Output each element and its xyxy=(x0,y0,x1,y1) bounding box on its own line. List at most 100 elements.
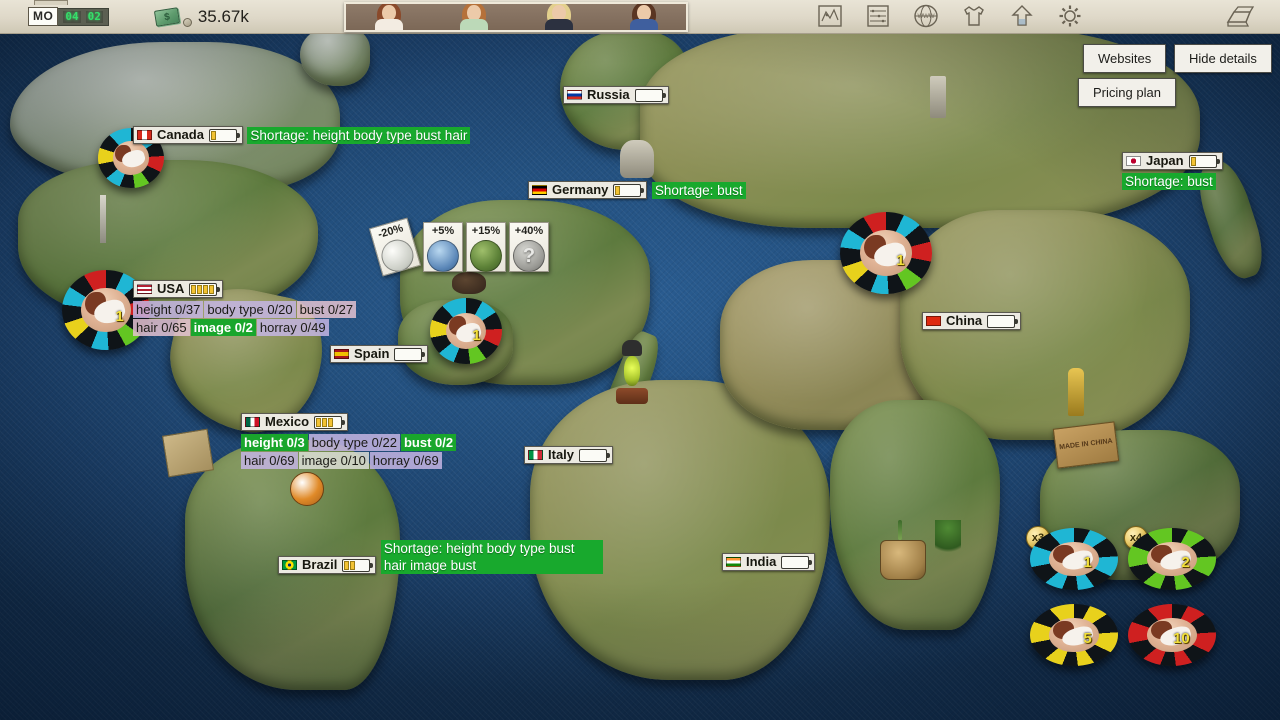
bonus-card[interactable]: -20% xyxy=(369,217,421,276)
token-1[interactable]: 1 xyxy=(1030,528,1118,590)
bonus-percent: +40% xyxy=(510,225,548,237)
token-portrait: 10 xyxy=(1147,618,1196,653)
country-header[interactable]: China xyxy=(922,312,1021,330)
avatar[interactable] xyxy=(457,2,491,30)
token-5-wrap[interactable]: 5 xyxy=(1030,604,1118,666)
country-name: Italy xyxy=(548,448,574,462)
office-level: 1 xyxy=(115,308,123,325)
office-portrait xyxy=(113,141,150,175)
country-label-china[interactable]: China xyxy=(922,312,1021,331)
country-label-japan[interactable]: Japan Shortage: bust xyxy=(1122,152,1280,191)
capacity-battery xyxy=(1189,155,1217,168)
model-roster-strip[interactable] xyxy=(344,2,688,32)
country-header[interactable]: Mexico xyxy=(241,413,348,431)
country-stats: height 0/37 body type 0/20 bust 0/27 hai… xyxy=(133,301,365,336)
calendar-hanger xyxy=(34,0,68,5)
stat-height: height 0/3 xyxy=(241,434,308,451)
country-header[interactable]: Canada xyxy=(133,126,243,144)
bonus-card[interactable]: +15% xyxy=(466,222,506,272)
country-label-russia[interactable]: Russia xyxy=(563,86,669,105)
calendar-clock-widget[interactable]: MO 04 02 xyxy=(28,6,109,28)
space-needle-icon xyxy=(100,195,106,243)
country-header[interactable]: USA xyxy=(133,280,223,298)
coin-icon xyxy=(183,18,192,27)
country-label-italy[interactable]: Italy xyxy=(524,446,613,465)
country-header[interactable]: Spain xyxy=(330,345,428,363)
tshirt-icon[interactable] xyxy=(960,3,988,29)
country-header[interactable]: Germany xyxy=(528,181,647,199)
stat-height: height 0/37 xyxy=(133,301,203,318)
country-header[interactable]: Russia xyxy=(563,86,669,104)
abacus-icon[interactable] xyxy=(864,3,892,29)
money-display[interactable]: 35.67k xyxy=(155,7,249,27)
upgrade-arrow-icon[interactable] xyxy=(1008,3,1036,29)
country-name: Canada xyxy=(157,128,204,142)
avatar[interactable] xyxy=(372,2,406,30)
bonus-card-row: -20% +5% +15% +40% xyxy=(375,222,552,272)
map-icon[interactable] xyxy=(816,3,844,29)
country-label-mexico[interactable]: Mexico height 0/3 body type 0/22 bust 0/… xyxy=(241,413,473,469)
calendar-day-label: MO xyxy=(28,7,58,26)
token-2-wrap[interactable]: 2 x4 xyxy=(1128,528,1216,590)
motherland-statue-icon xyxy=(930,76,946,118)
gear-icon[interactable] xyxy=(1056,3,1084,29)
cash-icon xyxy=(154,7,180,27)
office-portrait: 1 xyxy=(860,230,912,276)
svg-text:WWW: WWW xyxy=(918,14,935,20)
flag-icon xyxy=(282,560,297,570)
mail-tray-icon[interactable] xyxy=(1224,4,1256,30)
capacity-battery xyxy=(579,449,607,462)
country-label-usa[interactable]: USA height 0/37 body type 0/20 bust 0/27… xyxy=(133,280,365,336)
token-5[interactable]: 5 xyxy=(1030,604,1118,666)
pricing-plan-button[interactable]: Pricing plan xyxy=(1078,78,1176,107)
token-1-wrap[interactable]: 1 x3 xyxy=(1030,528,1118,590)
bonus-card[interactable]: +5% xyxy=(423,222,463,272)
top-bar: MO 04 02 35.67k xyxy=(0,0,1280,34)
shortage-text: Shortage: height body type bust hair xyxy=(247,127,470,144)
avatar[interactable] xyxy=(627,2,661,30)
country-header[interactable]: Japan xyxy=(1122,152,1223,170)
country-name: Spain xyxy=(354,347,389,361)
websites-button[interactable]: Websites xyxy=(1083,44,1166,73)
shortage-text: Shortage: bust xyxy=(1122,173,1216,190)
country-label-canada[interactable]: Canada Shortage: height body type bust h… xyxy=(133,125,470,145)
office-marker-asia[interactable]: 1 xyxy=(840,212,932,294)
flag-icon xyxy=(137,130,152,140)
stat-image: image 0/10 xyxy=(299,452,369,469)
token-10[interactable]: 10 xyxy=(1128,604,1216,666)
country-label-india[interactable]: India xyxy=(722,553,815,572)
stat-hair: hair 0/65 xyxy=(133,319,190,336)
bed-orb-icon xyxy=(427,240,459,272)
country-name: Japan xyxy=(1146,154,1184,168)
country-header[interactable]: Brazil xyxy=(278,556,376,574)
country-label-spain[interactable]: Spain xyxy=(330,345,428,364)
country-header[interactable]: Italy xyxy=(524,446,613,464)
office-level: 1 xyxy=(896,252,904,269)
flag-icon xyxy=(334,349,349,359)
country-name: Russia xyxy=(587,88,630,102)
capacity-battery xyxy=(781,556,809,569)
bonus-card[interactable]: +40% xyxy=(509,222,549,272)
www-globe-icon[interactable]: WWW xyxy=(912,3,940,29)
token-number: 10 xyxy=(1173,630,1190,647)
token-10-wrap[interactable]: 10 xyxy=(1128,604,1216,666)
stat-body-type: body type 0/22 xyxy=(309,434,400,451)
country-label-germany[interactable]: Germany Shortage: bust xyxy=(528,180,746,200)
flag-icon xyxy=(926,316,941,326)
paper-orb-icon xyxy=(378,236,418,276)
country-name: India xyxy=(746,555,776,569)
country-header[interactable]: India xyxy=(722,553,815,571)
avatar[interactable] xyxy=(542,2,576,30)
token-number: 2 xyxy=(1181,554,1189,571)
token-2[interactable]: 2 xyxy=(1128,528,1216,590)
office-marker-europe[interactable]: 1 xyxy=(430,298,502,364)
bonus-percent: +15% xyxy=(467,225,505,237)
capacity-battery xyxy=(394,348,422,361)
country-label-brazil[interactable]: Brazil Shortage: height body type bust h… xyxy=(278,538,603,575)
snake-basket-icon xyxy=(880,540,926,580)
capacity-battery xyxy=(635,89,663,102)
token-portrait: 1 xyxy=(1049,542,1098,577)
stat-image: image 0/2 xyxy=(191,319,256,336)
stat-body-type: body type 0/20 xyxy=(204,301,295,318)
hide-details-button[interactable]: Hide details xyxy=(1174,44,1272,73)
